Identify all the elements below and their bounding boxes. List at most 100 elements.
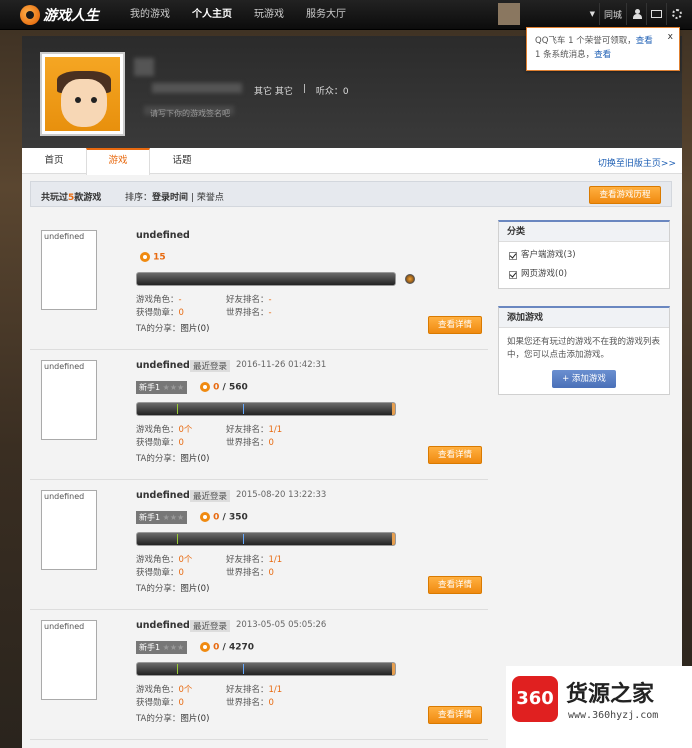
honor-points: 0 / 350 [200,512,248,523]
game-thumbnail[interactable]: undefined [41,490,97,570]
honor-points: 0 / 560 [200,382,248,393]
last-login: 最近登录 2016-11-26 01:42:31 [190,360,326,372]
logo-text: 游戏人生 [43,8,99,24]
friend-rank: 好友排名：1/1 [226,425,283,435]
level-badge: 新手1 ★★★ [136,641,188,654]
game-thumbnail[interactable]: undefined [41,620,97,700]
profile-location: 其它 其它 [254,87,293,97]
game-name[interactable]: undefined [136,490,190,501]
category-client-games[interactable]: 客户端游戏(3) [499,246,669,265]
honor-points: 0 / 4270 [200,642,254,653]
view-details-button[interactable]: 查看详情 [428,446,482,464]
game-thumbnail[interactable]: undefined [41,230,97,310]
honor-progress-bar [136,662,396,676]
friend-rank: 好友排名：1/1 [226,685,283,695]
checkbox-client[interactable] [509,251,517,260]
main-panel: 其它 其它 | 听众：0 请写下你的游戏签名吧 首页 游戏 话题 切换至旧版主页… [22,36,682,748]
shares-images-link[interactable]: 图片(0) [180,324,209,334]
game-item: undefined undefined 最近登录 2013-05-05 05:05… [30,610,488,740]
view-details-button[interactable]: 查看详情 [428,576,482,594]
notify-system-link[interactable]: 查看 [594,50,611,60]
shares: TA的分享：图片(0) [136,584,210,594]
world-rank: 世界排名：0 [226,568,274,578]
category-panel: 分类 客户端游戏(3) 网页游戏(0) [498,220,670,289]
level-badge: 新手1 ★★★ [136,381,188,394]
last-login: 最近登录 2015-08-20 13:22:33 [190,490,326,502]
game-role: 游戏角色：- [136,295,182,305]
honor-progress-bar [136,272,396,286]
topbar-user-area: ▼ 同城 [497,3,686,25]
add-game-title: 添加游戏 [499,308,669,328]
game-name[interactable]: undefined [136,620,190,631]
honor-coin-icon [200,642,210,652]
category-web-games[interactable]: 网页游戏(0) [499,265,669,284]
level-stars: ★★★ [162,383,185,392]
gear-icon[interactable] [666,3,686,25]
mail-icon[interactable] [646,3,666,25]
game-name[interactable]: undefined [136,360,190,371]
switch-old-version-link[interactable]: 切换至旧版主页>> [598,156,676,169]
avatar[interactable] [40,52,125,136]
top-navbar: 游戏人生 我的游戏 个人主页 玩游戏 服务大厅 ▼ 同城 [0,0,692,30]
honor-progress-bar [136,532,396,546]
level-stars: ★★★ [162,513,185,522]
game-item: undefined undefined 15 游戏角色：- 好友排名：- 获得勋… [30,220,488,350]
honor-coin-icon [140,252,150,262]
chevron-down-icon[interactable]: ▼ [590,10,595,18]
nav-my-games[interactable]: 我的游戏 [130,0,170,30]
game-role: 游戏角色：0个 [136,555,193,565]
nav-play-games[interactable]: 玩游戏 [254,0,284,30]
nav-service-hall[interactable]: 服务大厅 [306,0,346,30]
profile-signature[interactable]: 请写下你的游戏签名吧 [150,108,230,119]
honor-progress-bar [136,402,396,416]
shares-images-link[interactable]: 图片(0) [180,454,209,464]
avatar-image [45,57,120,131]
shares-images-link[interactable]: 图片(0) [180,714,209,724]
view-details-button[interactable]: 查看详情 [428,316,482,334]
friend-rank: 好友排名：1/1 [226,555,283,565]
notify-system-line: 1 条系统消息，查看 [535,50,612,60]
city-button[interactable]: 同城 [598,3,626,25]
add-game-description: 如果您还有玩过的游戏不在我的游戏列表中，您可以点击添加游戏。 [507,337,661,360]
profile-separator: | [302,84,306,94]
friend-rank: 好友排名：- [226,295,272,305]
add-game-button[interactable]: + 添加游戏 [552,370,616,388]
logo[interactable]: 游戏人生 [20,5,99,25]
world-rank: 世界排名：- [226,308,272,318]
nav-home-page[interactable]: 个人主页 [192,0,232,30]
view-game-history-button[interactable]: 查看游戏历程 [589,186,661,204]
games-sort-bar: 共玩过5款游戏 排序：登录时间 | 荣誉点 查看游戏历程 [30,181,672,207]
logo-icon [20,5,40,25]
last-login: 最近登录 2013-05-05 05:05:26 [190,620,326,632]
medals: 获得勋章：0 [136,568,184,578]
profile-meta: 其它 其它 | 听众：0 [254,84,359,97]
sort-by-honor[interactable]: 荣誉点 [197,193,224,203]
sort-by-login-time[interactable]: 登录时间 [152,193,188,203]
game-item: undefined undefined 最近登录 2015-08-20 13:22… [30,480,488,610]
level-badge: 新手1 ★★★ [136,511,188,524]
notify-honor-link[interactable]: 查看 [636,36,653,46]
watermark-logo: 360 [512,676,558,722]
user-avatar-small[interactable] [497,3,520,25]
medals: 获得勋章：0 [136,698,184,708]
category-title: 分类 [499,222,669,242]
game-item: undefined undefined 最近登录 2016-11-26 01:42… [30,350,488,480]
world-rank: 世界排名：0 [226,438,274,448]
view-details-button[interactable]: 查看详情 [428,706,482,724]
close-icon[interactable]: x [668,30,673,44]
tab-topics[interactable]: 话题 [150,148,214,174]
honor-reward-icon[interactable] [405,274,415,284]
checkbox-web[interactable] [509,270,517,279]
profile-blurred-name [152,83,242,93]
user-icon[interactable] [626,3,646,25]
tab-home[interactable]: 首页 [22,148,86,174]
shares-images-link[interactable]: 图片(0) [180,584,209,594]
profile-listeners[interactable]: 听众：0 [316,84,349,97]
honor-coin-icon [200,382,210,392]
notification-popup: x QQ飞车 1 个荣誉可领取，查看 1 条系统消息，查看 [526,27,680,71]
world-rank: 世界排名：0 [226,698,274,708]
honor-points: 15 [140,252,166,263]
tab-games[interactable]: 游戏 [86,148,150,175]
game-thumbnail[interactable]: undefined [41,360,97,440]
game-name[interactable]: undefined [136,230,190,241]
